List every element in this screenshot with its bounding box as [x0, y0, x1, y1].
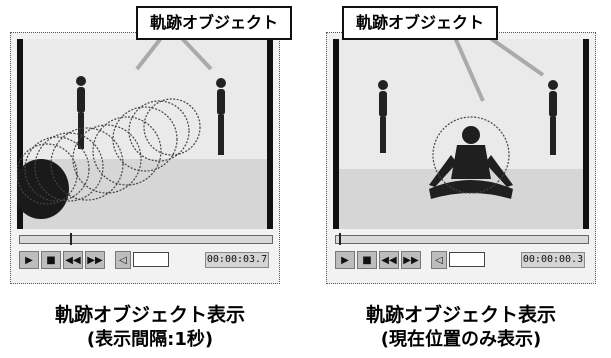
standing-figure [76, 76, 86, 149]
volume-field[interactable] [449, 252, 485, 267]
player-panel-right: ▶ ■ ◀◀ ▶▶ ◁ 00:00:00.3 軌跡オブジェクト [322, 6, 602, 286]
caption-subtitle: (表示間隔:1秒) [86, 329, 214, 350]
seek-bar[interactable] [19, 233, 273, 245]
seek-thumb[interactable] [339, 233, 341, 245]
fast-forward-icon: ▶▶ [87, 255, 103, 266]
callout-label: 軌跡オブジェクト [136, 6, 293, 40]
stop-icon: ■ [46, 255, 56, 266]
seated-figure [429, 126, 513, 199]
speaker-icon: ◁ [119, 255, 127, 266]
seek-bar[interactable] [335, 233, 589, 245]
rewind-icon: ◀◀ [65, 255, 81, 266]
rewind-icon: ◀◀ [381, 255, 397, 266]
callout-arrow [453, 39, 545, 102]
fast-forward-button[interactable]: ▶▶ [85, 251, 105, 269]
standing-figure [216, 78, 226, 155]
caption-left: 軌跡オブジェクト表示 (表示間隔:1秒) [0, 302, 300, 352]
video-frame-image [17, 39, 267, 229]
video-frame-image [339, 39, 583, 229]
stop-button[interactable]: ■ [357, 251, 377, 269]
rewind-button[interactable]: ◀◀ [379, 251, 399, 269]
play-button[interactable]: ▶ [19, 251, 39, 269]
standing-figure [548, 80, 558, 155]
volume-button[interactable]: ◁ [115, 251, 131, 269]
stop-button[interactable]: ■ [41, 251, 61, 269]
callout-arrow [135, 39, 213, 71]
standing-figure [378, 80, 388, 153]
seek-thumb[interactable] [70, 233, 72, 245]
caption-title: 軌跡オブジェクト表示 [365, 304, 556, 326]
caption-subtitle: (現在位置のみ表示) [380, 329, 542, 350]
caption-right: 軌跡オブジェクト表示 (現在位置のみ表示) [311, 302, 611, 352]
volume-field[interactable] [133, 252, 169, 267]
player-panel-left: ▶ ■ ◀◀ ▶▶ ◁ 00:00:03.7 軌跡オブジェクト [6, 6, 293, 286]
video-viewport[interactable] [333, 39, 589, 229]
player-window: ▶ ■ ◀◀ ▶▶ ◁ 00:00:00.3 [326, 32, 596, 284]
video-viewport[interactable] [17, 39, 273, 229]
caption-title: 軌跡オブジェクト表示 [54, 304, 245, 326]
timecode-display: 00:00:03.7 [205, 252, 269, 268]
stop-icon: ■ [362, 255, 372, 266]
play-button[interactable]: ▶ [335, 251, 355, 269]
timecode-display: 00:00:00.3 [521, 252, 585, 268]
play-icon: ▶ [341, 255, 349, 266]
fast-forward-button[interactable]: ▶▶ [401, 251, 421, 269]
player-window: ▶ ■ ◀◀ ▶▶ ◁ 00:00:03.7 [10, 32, 280, 284]
speaker-icon: ◁ [435, 255, 443, 266]
callout-label: 軌跡オブジェクト [342, 6, 499, 40]
playback-controls: ▶ ■ ◀◀ ▶▶ ◁ 00:00:00.3 [335, 249, 591, 273]
fast-forward-icon: ▶▶ [403, 255, 419, 266]
rewind-button[interactable]: ◀◀ [63, 251, 83, 269]
playback-controls: ▶ ■ ◀◀ ▶▶ ◁ 00:00:03.7 [19, 249, 275, 273]
play-icon: ▶ [25, 255, 33, 266]
volume-button[interactable]: ◁ [431, 251, 447, 269]
